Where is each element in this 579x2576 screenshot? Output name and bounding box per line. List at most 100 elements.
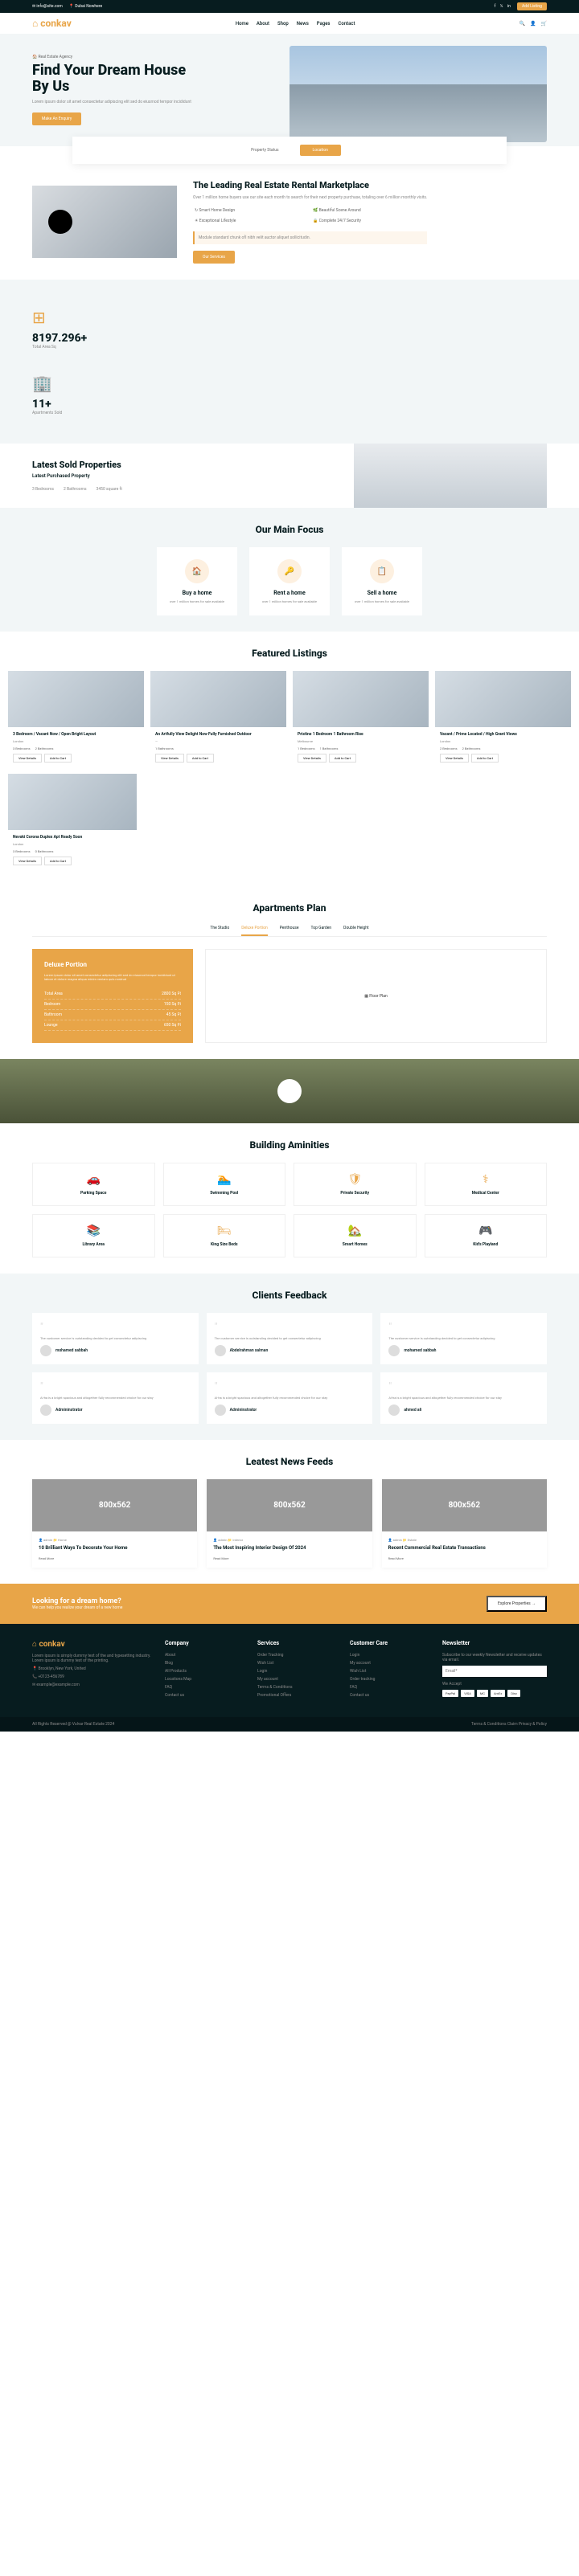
amenity-card[interactable]: ⚕Medical Center xyxy=(425,1163,548,1206)
about-image xyxy=(32,186,177,258)
search-icon[interactable]: 🔍 xyxy=(519,21,525,27)
nav-contact[interactable]: Contact xyxy=(339,21,355,27)
nav-home[interactable]: Home xyxy=(236,21,248,27)
amenity-card[interactable]: 🏡Smart Homes xyxy=(294,1214,417,1257)
listing-action-button[interactable]: Add to Cart xyxy=(187,754,214,763)
plan-tab[interactable]: Penthouse xyxy=(280,926,299,931)
footer-link[interactable]: FAQ xyxy=(165,1685,245,1690)
nav-pages[interactable]: Pages xyxy=(317,21,331,27)
feedback-card: "The customer service is outstanding dec… xyxy=(32,1313,199,1364)
news-card[interactable]: 800x562👤 admin 📁 EstateRecent Commercial… xyxy=(382,1479,547,1568)
read-more-link[interactable]: Read More xyxy=(213,1556,228,1560)
footer-links[interactable]: Terms & Conditions Claim Privacy & Polic… xyxy=(471,1722,547,1727)
footer-address: 📍 Brooklyn, New York, United xyxy=(32,1666,153,1671)
listing-action-button[interactable]: Add to Cart xyxy=(471,754,499,763)
listing-action-button[interactable]: View Details xyxy=(298,754,326,763)
plan-tab[interactable]: Top Garden xyxy=(311,926,332,931)
cart-icon[interactable]: 🛒 xyxy=(541,21,547,27)
footer-link[interactable]: Wish List xyxy=(350,1669,430,1674)
footer-link[interactable]: Login xyxy=(350,1653,430,1658)
news-card[interactable]: 800x562👤 admin 📁 Home10 Brilliant Ways T… xyxy=(32,1479,197,1568)
news-item-title: The Most Inspiring Interior Design Of 20… xyxy=(213,1545,365,1552)
listing-action-button[interactable]: View Details xyxy=(155,754,184,763)
plan-tab[interactable]: The Studio xyxy=(210,926,229,931)
listing-image xyxy=(8,671,144,727)
amenity-icon: 🏡 xyxy=(299,1225,411,1237)
footer-link[interactable]: Contact us xyxy=(350,1693,430,1698)
footer-link[interactable]: Promotional Offers xyxy=(257,1693,338,1698)
focus-card-desc: over 1 million homes for sale available xyxy=(257,599,322,603)
video-banner xyxy=(0,1059,579,1123)
footer-link[interactable]: FAQ xyxy=(350,1685,430,1690)
amenity-card[interactable]: 🛏King Size Beds xyxy=(163,1214,286,1257)
enquiry-button[interactable]: Make An Enquiry xyxy=(32,112,81,125)
footer-link[interactable]: All Products xyxy=(165,1669,245,1674)
twitter-icon[interactable]: 𝕏 xyxy=(500,4,503,9)
plan-tab[interactable]: Deluxe Portion xyxy=(241,926,267,936)
nav-news[interactable]: News xyxy=(297,21,309,27)
news-item-title: 10 Brilliant Ways To Decorate Your Home xyxy=(39,1545,191,1552)
listing-action-button[interactable]: View Details xyxy=(440,754,469,763)
user-icon[interactable]: 👤 xyxy=(530,21,536,27)
footer-link[interactable]: About xyxy=(165,1653,245,1658)
newsletter-input[interactable] xyxy=(442,1666,547,1677)
floor-plan-image: ▦ Floor Plan xyxy=(205,949,547,1043)
topbar-email[interactable]: ✉ info@site.com xyxy=(32,4,63,9)
listing-card[interactable]: Vacant / Prime Located / High Grant View… xyxy=(435,671,571,767)
listing-action-button[interactable]: Add to Cart xyxy=(44,857,72,865)
amenity-card[interactable]: 🎮Kid's Playland xyxy=(425,1214,548,1257)
amenity-card[interactable]: 🏊Swimming Pool xyxy=(163,1163,286,1206)
news-meta: 👤 admin 📁 Interior xyxy=(213,1538,365,1542)
footer-link[interactable]: Blog xyxy=(165,1661,245,1666)
services-button[interactable]: Our Services xyxy=(193,251,235,264)
footer-logo[interactable]: ⌂ conkav xyxy=(32,1640,153,1649)
tab-location[interactable]: Location xyxy=(300,145,341,156)
read-more-link[interactable]: Read More xyxy=(388,1556,404,1560)
footer-link[interactable]: Login xyxy=(257,1669,338,1674)
linkedin-icon[interactable]: in xyxy=(507,4,511,9)
amenity-card[interactable]: 📚Library Area xyxy=(32,1214,155,1257)
listing-card[interactable]: Pristine 1 Bedroom 1 Bathroom RiseMelbou… xyxy=(293,671,429,767)
news-item-title: Recent Commercial Real Estate Transactio… xyxy=(388,1545,540,1552)
listing-action-button[interactable]: Add to Cart xyxy=(329,754,356,763)
search-tabs: Property Status Location xyxy=(72,137,507,164)
listing-card[interactable]: 3 Bedroom / Vacant Now / Open Bright Lay… xyxy=(8,671,144,767)
listing-card[interactable]: An Artfully View Delight Now Fully Furni… xyxy=(150,671,286,767)
tab-property-status[interactable]: Property Status xyxy=(238,145,291,156)
news-card[interactable]: 800x562👤 admin 📁 InteriorThe Most Inspir… xyxy=(207,1479,372,1568)
plan-tab[interactable]: Double Height xyxy=(343,926,368,931)
add-listing-button[interactable]: Add Listing xyxy=(517,2,547,10)
read-more-link[interactable]: Read More xyxy=(39,1556,54,1560)
footer-link[interactable]: Order tracking xyxy=(350,1677,430,1682)
listing-spec: 2 Bathrooms xyxy=(462,746,481,750)
footer-link[interactable]: Wish List xyxy=(257,1661,338,1666)
footer-link[interactable]: My account xyxy=(350,1661,430,1666)
footer-link[interactable]: My account xyxy=(257,1677,338,1682)
play-icon[interactable] xyxy=(277,1079,302,1103)
nav-shop[interactable]: Shop xyxy=(277,21,289,27)
focus-card[interactable]: 📋Sell a homeover 1 million homes for sal… xyxy=(342,547,422,615)
logo[interactable]: ⌂ conkav xyxy=(32,18,72,29)
amenity-card[interactable]: 🛡Private Security xyxy=(294,1163,417,1206)
footer-link[interactable]: Order Tracking xyxy=(257,1653,338,1658)
focus-card[interactable]: 🏠Buy a homeover 1 million homes for sale… xyxy=(157,547,237,615)
explore-button[interactable]: Explore Properties → xyxy=(487,1596,547,1612)
feedback-text: The customer service is outstanding deci… xyxy=(215,1336,365,1340)
facebook-icon[interactable]: f xyxy=(495,4,496,9)
listing-card[interactable]: Nevski Corona Duplex Apt Ready SoonLondo… xyxy=(8,774,137,870)
footer-email[interactable]: ✉ example@example.com xyxy=(32,1683,153,1687)
quote-icon: " xyxy=(388,1321,539,1332)
focus-card[interactable]: 🔑Rent a homeover 1 million homes for sal… xyxy=(249,547,330,615)
footer-heading: Company xyxy=(165,1640,245,1646)
listing-action-button[interactable]: View Details xyxy=(13,857,42,865)
footer-link[interactable]: Contact us xyxy=(165,1693,245,1698)
focus-icon: 🔑 xyxy=(277,559,302,583)
listing-spec: 1 Bedrooms xyxy=(298,746,315,750)
footer-phone[interactable]: 📞 +0123-456789 xyxy=(32,1674,153,1679)
listing-action-button[interactable]: Add to Cart xyxy=(44,754,72,763)
footer-link[interactable]: Locations Map xyxy=(165,1677,245,1682)
footer-link[interactable]: Terms & Conditions xyxy=(257,1685,338,1690)
listing-action-button[interactable]: View Details xyxy=(13,754,42,763)
nav-about[interactable]: About xyxy=(257,21,269,27)
amenity-card[interactable]: 🚗Parking Space xyxy=(32,1163,155,1206)
